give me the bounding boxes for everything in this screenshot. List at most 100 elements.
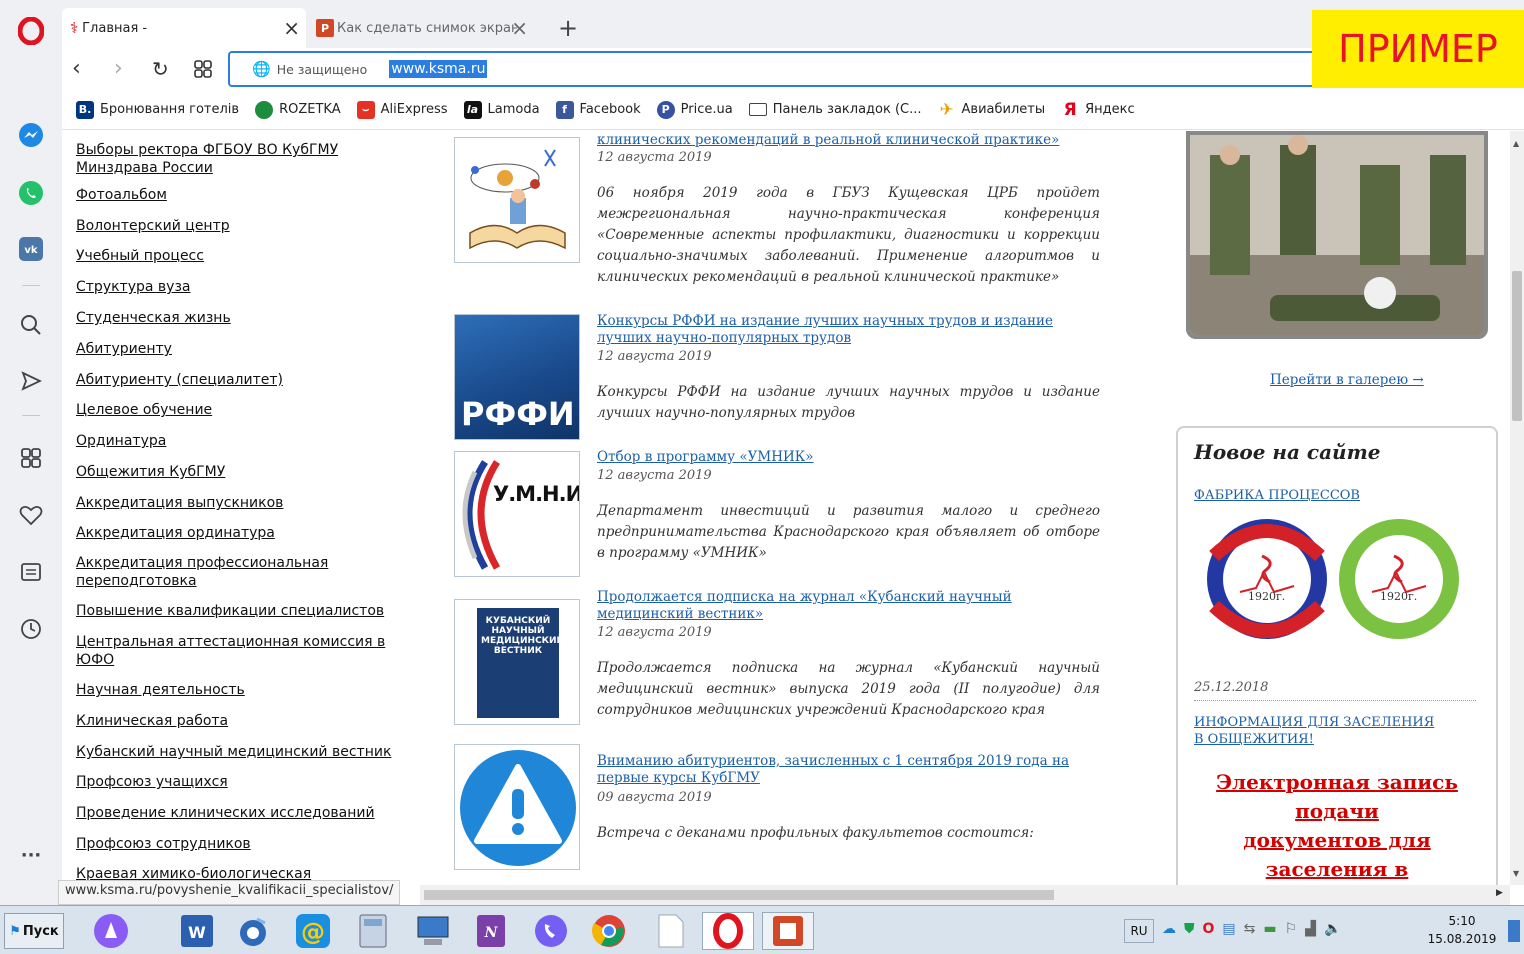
scroll-up-icon[interactable]: ▲ — [1513, 139, 1519, 148]
bookmark-lamoda[interactable]: la Lamoda — [463, 100, 540, 119]
nav-link[interactable]: Профсоюз учащихся — [76, 773, 396, 791]
nav-link[interactable]: Фотоальбом — [76, 186, 396, 204]
show-desktop-button[interactable] — [1508, 920, 1520, 942]
cloud-icon[interactable]: ☁ — [1162, 921, 1176, 937]
network-computer-icon[interactable] — [412, 912, 454, 950]
nav-link[interactable]: Центральная аттестационная комиссия в ЮФ… — [76, 633, 396, 669]
nav-link[interactable]: Целевое обучение — [76, 401, 396, 419]
nav-link[interactable]: Аккредитация выпускников — [76, 494, 396, 512]
nav-link[interactable]: Учебный процесс — [76, 247, 396, 265]
network-icon[interactable]: ▟ — [1305, 921, 1316, 937]
scrollbar-thumb[interactable] — [1512, 271, 1522, 421]
nav-link[interactable]: Клиническая работа — [76, 712, 396, 730]
nav-link[interactable]: Аккредитация профессиональная переподгот… — [76, 554, 396, 590]
news-image-rffi[interactable]: РФФИ — [454, 314, 580, 440]
nav-link[interactable]: Студенческая жизнь — [76, 309, 396, 327]
language-indicator[interactable]: RU — [1124, 919, 1154, 943]
new-tab-icon[interactable]: + — [558, 14, 578, 42]
word-icon[interactable]: W — [176, 912, 218, 950]
more-icon[interactable]: ··· — [16, 840, 46, 870]
start-button[interactable]: ⚑ Пуск — [4, 913, 64, 949]
tab-screenshot[interactable]: P Как сделать снимок экрана × — [314, 8, 558, 48]
bookmark-priceua[interactable]: P Price.ua — [656, 100, 733, 119]
nav-link[interactable]: Абитуриенту (специалитет) — [76, 371, 396, 389]
mail-agent-icon[interactable]: @ — [292, 912, 334, 950]
chrome-icon[interactable] — [588, 912, 630, 950]
notes-icon[interactable]: ▤ — [1222, 921, 1235, 937]
update-icon[interactable]: ⇆ — [1244, 921, 1256, 937]
bookmark-facebook[interactable]: f Facebook — [555, 100, 641, 119]
whatsapp-icon[interactable] — [16, 178, 46, 208]
news-title[interactable]: клинических рекомендаций в реальной клин… — [597, 132, 1102, 149]
factory-link[interactable]: ФАБРИКА ПРОЦЕССОВ — [1194, 488, 1360, 503]
history-icon[interactable] — [16, 614, 46, 644]
nav-link[interactable]: Абитуриенту — [76, 340, 396, 358]
nav-link[interactable]: Волонтерский центр — [76, 217, 396, 235]
bookmark-flights[interactable]: ✈ Авиабилеты — [938, 100, 1045, 120]
heart-icon[interactable] — [16, 500, 46, 530]
opera-tray-icon[interactable]: O — [1203, 921, 1215, 937]
back-icon[interactable]: ‹ — [72, 56, 81, 81]
gallery-photo[interactable] — [1186, 131, 1488, 339]
address-field[interactable]: 🌐 Не защищено www.ksma.ru — [228, 51, 1318, 87]
reload-icon[interactable]: ↻ — [152, 57, 169, 81]
alice-icon[interactable] — [90, 912, 132, 950]
shield-icon[interactable]: ⛊ — [1184, 921, 1195, 937]
news-icon[interactable] — [16, 557, 46, 587]
news-title[interactable]: Продолжается подписка на журнал «Кубанск… — [597, 589, 1102, 623]
nav-link[interactable]: Проведение клинических исследований — [76, 804, 396, 822]
clock[interactable]: 5:10 15.08.2019 — [1422, 912, 1502, 948]
horizontal-scrollbar[interactable]: ▶ — [420, 885, 1510, 905]
scroll-down-icon[interactable]: ▼ — [1513, 869, 1519, 878]
nav-link[interactable]: Научная деятельность — [76, 681, 396, 699]
tab-home[interactable]: ⚕ Главная - × — [62, 8, 306, 48]
nav-link[interactable]: Ординатура — [76, 432, 396, 450]
url-text[interactable]: www.ksma.ru — [389, 60, 488, 78]
bookmark-rozetka[interactable]: ROZETKA — [255, 100, 341, 119]
nav-link[interactable]: Общежития КубГМУ — [76, 463, 396, 481]
opera-logo-icon[interactable] — [16, 16, 46, 46]
news-title[interactable]: Конкурсы РФФИ на издание лучших научных … — [597, 313, 1102, 347]
news-image-umnik[interactable]: У.М.Н.И.К. — [454, 451, 580, 577]
calculator-icon[interactable] — [352, 912, 394, 950]
nav-link[interactable]: Повышение квалификации специалистов — [76, 602, 396, 620]
volume-icon[interactable]: 🔈 — [1324, 921, 1341, 937]
bookmark-aliexpress[interactable]: ⌣ AliExpress — [356, 100, 448, 119]
close-tab-icon[interactable]: × — [283, 16, 300, 40]
news-title[interactable]: Вниманию абитуриентов, зачисленных с 1 с… — [597, 753, 1102, 787]
blank-document-icon[interactable] — [650, 912, 692, 950]
news-image-science[interactable] — [454, 137, 580, 263]
bookmark-folder[interactable]: Панель закладок (С... — [748, 102, 922, 117]
news-image-warning[interactable] — [454, 744, 580, 870]
forward-icon[interactable]: › — [114, 56, 123, 81]
vk-icon[interactable]: vk — [16, 234, 46, 264]
search-icon[interactable] — [16, 310, 46, 340]
dorm-info-link[interactable]: ИНФОРМАЦИЯ ДЛЯ ЗАСЕЛЕНИЯ В ОБЩЕЖИТИЯ! — [1194, 714, 1444, 748]
nav-link[interactable]: Аккредитация ординатура — [76, 524, 396, 542]
news-image-journal[interactable]: КУБАНСКИЙ НАУЧНЫЙ МЕДИЦИНСКИЙ ВЕСТНИК — [454, 599, 580, 725]
unknown-app-icon[interactable] — [232, 912, 274, 950]
opera-taskbar-icon[interactable] — [702, 912, 754, 950]
speed-dial-icon[interactable] — [16, 443, 46, 473]
tabs-grid-icon[interactable] — [193, 59, 213, 83]
hscroll-thumb[interactable] — [424, 890, 1054, 900]
viber-icon[interactable] — [530, 912, 572, 950]
nav-link[interactable]: Выборы ректора ФГБОУ ВО КубГМУ Минздрава… — [76, 141, 396, 177]
promo-link[interactable]: Электронная запись подачи документов для… — [1178, 768, 1496, 884]
vertical-scrollbar[interactable]: ▲ ▼ — [1510, 131, 1524, 885]
close-tab-icon[interactable]: × — [511, 16, 528, 40]
bookmark-booking[interactable]: B. Бронювання готелів — [76, 100, 239, 119]
nav-link[interactable]: Кубанский научный медицинский вестник — [76, 743, 396, 761]
battery-icon[interactable]: ▬ — [1263, 921, 1276, 937]
onenote-icon[interactable]: N — [470, 912, 512, 950]
flag-icon[interactable]: ⚐ — [1285, 921, 1298, 937]
news-title[interactable]: Отбор в программу «УМНИК» — [597, 449, 1102, 466]
bookmark-yandex[interactable]: Я Яндекс — [1061, 100, 1135, 120]
send-icon[interactable] — [16, 366, 46, 396]
scroll-right-icon[interactable]: ▶ — [1496, 888, 1503, 898]
messenger-icon[interactable] — [16, 120, 46, 150]
gallery-link[interactable]: Перейти в галерею → — [1270, 372, 1424, 388]
powerpoint-taskbar-icon[interactable] — [762, 912, 814, 950]
nav-link[interactable]: Профсоюз сотрудников — [76, 835, 396, 853]
nav-link[interactable]: Структура вуза — [76, 278, 396, 296]
